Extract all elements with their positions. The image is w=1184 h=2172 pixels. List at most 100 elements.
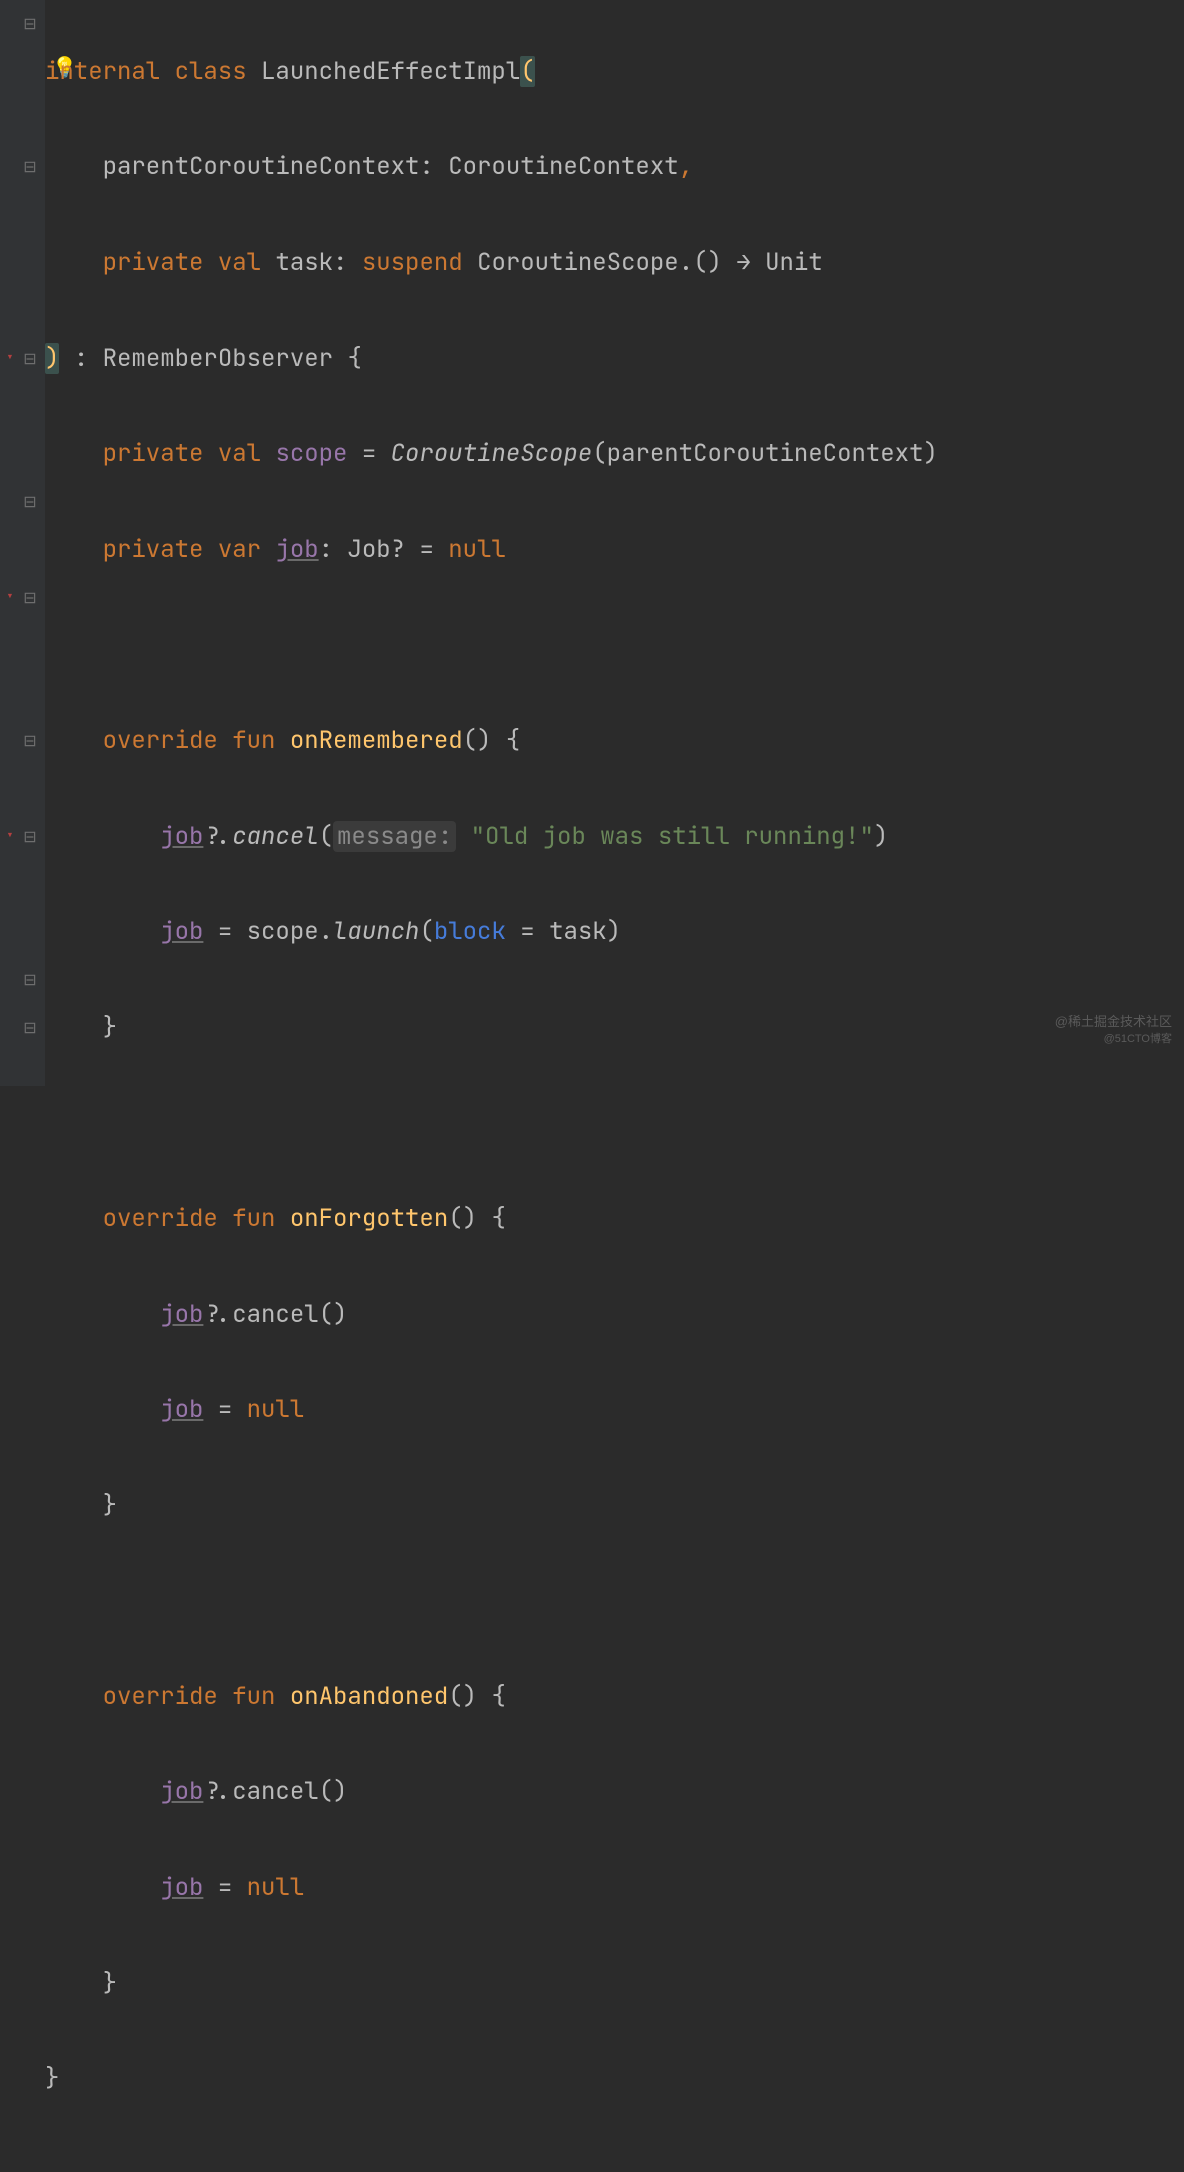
fold-icon[interactable]: ⊟ <box>20 574 40 622</box>
code-line[interactable]: job?.cancel() <box>45 1768 938 1816</box>
code-area[interactable]: internal class LaunchedEffectImpl( paren… <box>45 0 938 2172</box>
keyword-class: class <box>175 56 247 87</box>
equals: = <box>520 916 534 947</box>
watermark-text: @51CTO博客 <box>1104 1016 1172 1064</box>
equals: = <box>362 438 376 469</box>
keyword-override: override <box>103 1203 218 1234</box>
comma: , <box>679 151 693 182</box>
keyword-fun: fun <box>232 725 275 756</box>
fold-icon[interactable]: ⊟ <box>20 335 40 383</box>
fold-end-icon[interactable]: ⊟ <box>20 478 40 526</box>
code-line[interactable]: private var job: Job? = null <box>45 526 938 574</box>
code-line[interactable]: override fun onRemembered() { <box>45 717 938 765</box>
param-hint: message: <box>333 821 456 852</box>
equals: = <box>419 534 433 565</box>
code-line[interactable]: job?.cancel() <box>45 1291 938 1339</box>
brace-open: { <box>491 1203 505 1234</box>
brace-open: { <box>347 343 361 374</box>
parens: () <box>463 725 492 756</box>
keyword-null: null <box>247 1872 305 1903</box>
code-line[interactable]: job = scope.launch(block = task) <box>45 908 938 956</box>
brace-open: { <box>491 1681 505 1712</box>
arg: task <box>549 916 607 947</box>
brace-close: } <box>103 1012 117 1043</box>
blank-line <box>45 621 938 669</box>
code-line[interactable]: override fun onForgotten() { <box>45 1195 938 1243</box>
string-literal: "Old job was still running!" <box>471 821 874 852</box>
type-ref: Unit <box>765 247 823 278</box>
colon: : <box>419 151 433 182</box>
brace-open: { <box>506 725 520 756</box>
code-line[interactable]: } <box>45 1960 938 2008</box>
dot: . <box>319 916 333 947</box>
code-line[interactable]: job = null <box>45 1386 938 1434</box>
override-marker-icon[interactable]: ▾ <box>0 574 20 622</box>
keyword-internal: internal <box>45 56 160 87</box>
parens: () <box>319 1299 348 1330</box>
blank-line <box>45 1577 938 1625</box>
field-ref: job <box>160 821 203 852</box>
fold-end-icon[interactable]: ⊟ <box>20 717 40 765</box>
prop-name: job <box>275 534 318 565</box>
matched-paren-open: ( <box>520 56 534 87</box>
keyword-var: var <box>218 534 261 565</box>
equals: = <box>218 1872 232 1903</box>
call: cancel <box>232 1299 318 1330</box>
code-line[interactable]: ) : RememberObserver { <box>45 335 938 383</box>
code-editor[interactable]: ⊟ 💡 ⊟ ▾ ⊟ ⊟ ▾ ⊟ ⊟ ▾ ⊟ ⊟ ⊟ internal class… <box>0 0 1184 1086</box>
function-name: onAbandoned <box>290 1681 448 1712</box>
field-ref: job <box>160 1776 203 1807</box>
parens: () <box>448 1203 477 1234</box>
fold-icon[interactable]: ⊟ <box>20 143 40 191</box>
code-line[interactable]: internal class LaunchedEffectImpl( <box>45 48 938 96</box>
safe-call: ?. <box>203 821 232 852</box>
code-line[interactable]: } <box>45 2055 938 2103</box>
brace-close: } <box>103 1490 117 1521</box>
code-line[interactable]: parentCoroutineContext: CoroutineContext… <box>45 143 938 191</box>
fold-icon[interactable]: ⊟ <box>20 813 40 861</box>
keyword-val: val <box>218 438 261 469</box>
code-line[interactable]: job?.cancel(message: "Old job was still … <box>45 813 938 861</box>
type-ref: Job <box>347 534 390 565</box>
code-line[interactable]: private val scope = CoroutineScope(paren… <box>45 430 938 478</box>
call: cancel <box>232 821 318 852</box>
dot: . <box>679 247 693 278</box>
brace-close: } <box>45 2063 59 2094</box>
matched-paren-close: ) <box>45 343 59 374</box>
function-name: onRemembered <box>290 725 463 756</box>
arrow: → <box>736 247 750 278</box>
gutter: ⊟ 💡 ⊟ ▾ ⊟ ⊟ ▾ ⊟ ⊟ ▾ ⊟ ⊟ ⊟ <box>0 0 45 1086</box>
prop-name: scope <box>275 438 347 469</box>
function-name: onForgotten <box>290 1203 448 1234</box>
keyword-val: val <box>218 247 261 278</box>
safe-call: ?. <box>203 1776 232 1807</box>
colon: : <box>74 343 88 374</box>
type-ref: CoroutineScope <box>477 247 679 278</box>
fold-end-icon[interactable]: ⊟ <box>20 956 40 1004</box>
colon: : <box>333 247 347 278</box>
arg: parentCoroutineContext <box>607 438 924 469</box>
class-name: LaunchedEffectImpl <box>261 56 520 87</box>
keyword-fun: fun <box>232 1681 275 1712</box>
safe-call: ?. <box>203 1299 232 1330</box>
code-line[interactable]: } <box>45 1482 938 1530</box>
fold-icon[interactable]: ⊟ <box>20 0 40 48</box>
type-ref: CoroutineContext <box>448 151 678 182</box>
code-line[interactable]: override fun onAbandoned() { <box>45 1673 938 1721</box>
keyword-private: private <box>103 247 204 278</box>
nullable: ? <box>391 534 405 565</box>
equals: = <box>218 1394 232 1425</box>
override-marker-icon[interactable]: ▾ <box>0 335 20 383</box>
keyword-override: override <box>103 1681 218 1712</box>
named-param: block <box>434 916 506 947</box>
parens: () <box>448 1681 477 1712</box>
call: CoroutineScope <box>391 438 593 469</box>
code-line[interactable]: job = null <box>45 1864 938 1912</box>
code-line[interactable]: private val task: suspend CoroutineScope… <box>45 239 938 287</box>
keyword-fun: fun <box>232 1203 275 1234</box>
override-marker-icon[interactable]: ▾ <box>0 813 20 861</box>
fold-end-icon[interactable]: ⊟ <box>20 1004 40 1052</box>
field-ref: job <box>160 1394 203 1425</box>
code-line[interactable]: } <box>45 1004 938 1052</box>
param-name: task <box>275 247 333 278</box>
